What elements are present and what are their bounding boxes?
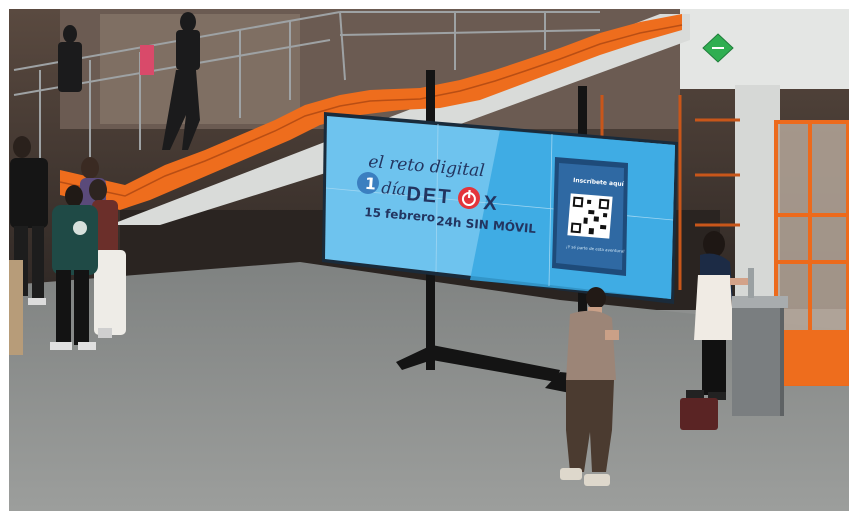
screen-brand-b: X xyxy=(483,192,499,215)
scene: el reto digital 1 día DET X 15 febrero 2… xyxy=(9,9,849,511)
screen-brand-a: DET xyxy=(406,183,454,209)
concrete-column xyxy=(735,85,780,305)
photo: el reto digital 1 día DET X 15 febrero 2… xyxy=(9,9,849,511)
screen-dia: día xyxy=(381,178,407,199)
qr-code-icon xyxy=(567,193,613,239)
office-panel xyxy=(778,330,848,385)
window-glass xyxy=(100,14,300,124)
phone-graphic: Inscríbete aquí ¡Y sé parte de esta aven… xyxy=(552,157,628,276)
screen-number: 1 xyxy=(364,174,377,194)
